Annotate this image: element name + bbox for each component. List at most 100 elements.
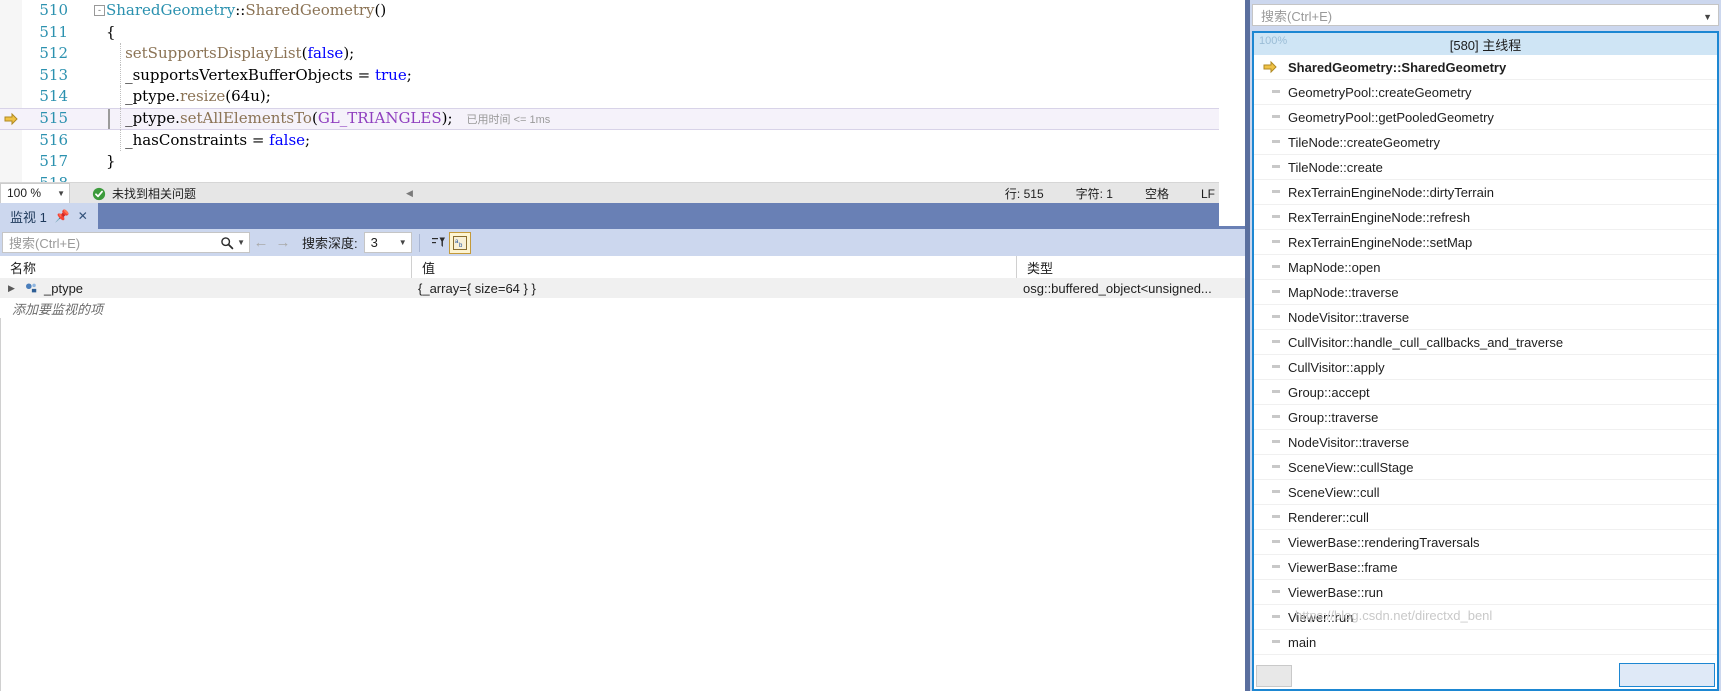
code-token: _ptype. bbox=[106, 108, 180, 127]
call-stack-frame-gutter bbox=[1254, 505, 1288, 529]
call-stack-frame[interactable]: NodeVisitor::traverse bbox=[1254, 430, 1717, 455]
status-nav-caret-icon[interactable]: ◀ bbox=[406, 188, 413, 199]
frame-tick-marker bbox=[1272, 240, 1280, 243]
call-stack-frame-label: RexTerrainEngineNode::setMap bbox=[1288, 234, 1473, 250]
chevron-down-icon[interactable]: ▼ bbox=[1703, 12, 1712, 22]
zoom-level-combobox[interactable]: 100 % ▼ bbox=[0, 182, 70, 204]
call-stack-frame[interactable]: Viewer::run bbox=[1254, 605, 1717, 630]
code-text: _hasConstraints = false; bbox=[106, 130, 310, 152]
code-line[interactable]: 514 _ptype.resize(64u); bbox=[0, 86, 1245, 108]
editor-and-watch-region: -510 SharedGeometry::SharedGeometry() 511{… bbox=[0, 0, 1247, 691]
code-text: { bbox=[106, 22, 116, 44]
call-stack-frame[interactable]: SceneView::cull bbox=[1254, 480, 1717, 505]
filter-button[interactable] bbox=[427, 232, 449, 254]
call-stack-frame-gutter bbox=[1254, 430, 1288, 454]
search-next-icon[interactable]: → bbox=[272, 234, 294, 251]
call-stack-frame[interactable]: ViewerBase::run bbox=[1254, 580, 1717, 605]
call-stack-frame[interactable]: CullVisitor::handle_cull_callbacks_and_t… bbox=[1254, 330, 1717, 355]
call-stack-overlay-box[interactable] bbox=[1619, 663, 1715, 687]
fold-toggle-icon[interactable]: - bbox=[94, 5, 105, 16]
frame-tick-marker bbox=[1272, 165, 1280, 168]
line-number: 515 bbox=[39, 108, 68, 127]
frame-tick-marker bbox=[1272, 565, 1280, 568]
code-line[interactable]: 515 _ptype.setAllElementsTo(GL_TRIANGLES… bbox=[0, 107, 1245, 132]
call-stack-frame[interactable]: GeometryPool::getPooledGeometry bbox=[1254, 105, 1717, 130]
code-text: } bbox=[106, 151, 116, 173]
expand-chevron-icon[interactable]: ▶ bbox=[8, 283, 18, 294]
hex-display-button[interactable]: a b bbox=[448, 231, 471, 254]
call-stack-frame-label: RexTerrainEngineNode::dirtyTerrain bbox=[1288, 184, 1494, 200]
column-header-type[interactable]: 类型 bbox=[1017, 256, 1245, 278]
search-previous-icon[interactable]: ← bbox=[250, 234, 272, 251]
code-token: _ptype. bbox=[106, 87, 180, 106]
call-stack-frame-gutter bbox=[1254, 130, 1288, 154]
frame-tick-marker bbox=[1272, 490, 1280, 493]
call-stack-frame-gutter bbox=[1254, 305, 1288, 329]
watch-variable-name: _ptype bbox=[44, 280, 84, 296]
call-stack-frame[interactable]: SharedGeometry::SharedGeometry bbox=[1254, 55, 1717, 80]
line-number: 517 bbox=[39, 152, 68, 171]
call-stack-frame[interactable]: Renderer::cull bbox=[1254, 505, 1717, 530]
call-stack-frame[interactable]: ViewerBase::renderingTraversals bbox=[1254, 530, 1717, 555]
column-header-name[interactable]: 名称 bbox=[0, 256, 412, 278]
code-line[interactable]: 513 _supportsVertexBufferObjects = true; bbox=[0, 64, 1245, 87]
code-token: setSupportsDisplayList bbox=[125, 44, 302, 63]
table-row[interactable]: ▶ _ptype {_array={ size=64 } } osg::buff… bbox=[0, 278, 1245, 298]
status-indentation: 空格 bbox=[1144, 187, 1169, 201]
frame-tick-marker bbox=[1272, 115, 1280, 118]
call-stack-frame[interactable]: SceneView::cullStage bbox=[1254, 455, 1717, 480]
call-stack-search-placeholder: 搜索(Ctrl+E) bbox=[1261, 8, 1333, 24]
code-line[interactable]: 517} bbox=[0, 151, 1245, 173]
code-token: :: bbox=[235, 1, 246, 19]
code-line[interactable]: 511 { bbox=[0, 22, 1245, 44]
call-stack-frame-gutter bbox=[1254, 380, 1288, 404]
call-stack-frame[interactable]: MapNode::open bbox=[1254, 255, 1717, 280]
code-line[interactable]: 516 _hasConstraints = false; bbox=[0, 129, 1245, 152]
watch-row-name-cell[interactable]: ▶ _ptype bbox=[0, 278, 412, 298]
call-stack-frame[interactable]: main bbox=[1254, 630, 1717, 655]
search-icon[interactable] bbox=[220, 236, 234, 250]
call-stack-frame[interactable]: RexTerrainEngineNode::dirtyTerrain bbox=[1254, 180, 1717, 205]
call-stack-frame[interactable]: RexTerrainEngineNode::refresh bbox=[1254, 205, 1717, 230]
call-stack-frame[interactable]: NodeVisitor::traverse bbox=[1254, 305, 1717, 330]
column-header-value[interactable]: 值 bbox=[412, 256, 1017, 278]
watch-search-input[interactable]: 搜索(Ctrl+E) ▼ bbox=[2, 232, 250, 253]
call-stack-frame-label: ViewerBase::frame bbox=[1288, 559, 1398, 575]
code-token: SharedGeometry bbox=[245, 1, 375, 19]
code-token: () bbox=[374, 1, 387, 19]
call-stack-frame-gutter bbox=[1254, 355, 1288, 379]
code-token: _hasConstraints = bbox=[106, 130, 270, 149]
frame-tick-marker bbox=[1272, 340, 1280, 343]
close-icon[interactable]: ✕ bbox=[78, 209, 88, 223]
code-token: _supportsVertexBufferObjects = bbox=[106, 65, 375, 84]
watch-row-value-cell[interactable]: {_array={ size=64 } } bbox=[412, 278, 1017, 298]
code-line[interactable]: 512 setSupportsDisplayList(false); bbox=[0, 43, 1245, 65]
call-stack-frame[interactable]: RexTerrainEngineNode::setMap bbox=[1254, 230, 1717, 255]
search-depth-combobox[interactable]: 3 ▼ bbox=[363, 232, 412, 253]
call-stack-search-input[interactable]: 搜索(Ctrl+E) ▼ bbox=[1252, 4, 1719, 26]
call-stack-frame[interactable]: Group::traverse bbox=[1254, 405, 1717, 430]
call-stack-frame-gutter bbox=[1254, 55, 1288, 79]
code-token: { bbox=[106, 22, 116, 41]
code-text: _ptype.setAllElementsTo(GL_TRIANGLES); 已用… bbox=[106, 108, 550, 132]
pin-icon[interactable]: 📌 bbox=[55, 209, 70, 223]
call-stack-frame[interactable]: Group::accept bbox=[1254, 380, 1717, 405]
call-stack-frame[interactable]: TileNode::create bbox=[1254, 155, 1717, 180]
tab-watch-1[interactable]: 监视 1 📌 ✕ bbox=[0, 203, 98, 229]
call-stack-frame[interactable]: TileNode::createGeometry bbox=[1254, 130, 1717, 155]
call-stack-frame[interactable]: CullVisitor::apply bbox=[1254, 355, 1717, 380]
call-stack-frame[interactable]: MapNode::traverse bbox=[1254, 280, 1717, 305]
code-line[interactable]: -510 SharedGeometry::SharedGeometry() bbox=[0, 0, 1245, 22]
add-watch-item-row[interactable]: 添加要监视的项 bbox=[0, 298, 1245, 318]
call-stack-expand-button[interactable] bbox=[1256, 665, 1292, 687]
code-line[interactable]: 518 bbox=[0, 173, 1245, 182]
frame-tick-marker bbox=[1272, 365, 1280, 368]
call-stack-frame[interactable]: ViewerBase::frame bbox=[1254, 555, 1717, 580]
chevron-down-icon[interactable]: ▼ bbox=[237, 238, 245, 247]
call-stack-frame[interactable]: GeometryPool::createGeometry bbox=[1254, 80, 1717, 105]
toolbar-separator bbox=[418, 233, 420, 252]
thread-header: 100% [580] 主线程 bbox=[1254, 33, 1717, 55]
current-statement-arrow-icon bbox=[4, 112, 18, 126]
frame-tick-marker bbox=[1272, 90, 1280, 93]
code-editor[interactable]: -510 SharedGeometry::SharedGeometry() 511{… bbox=[0, 0, 1245, 182]
